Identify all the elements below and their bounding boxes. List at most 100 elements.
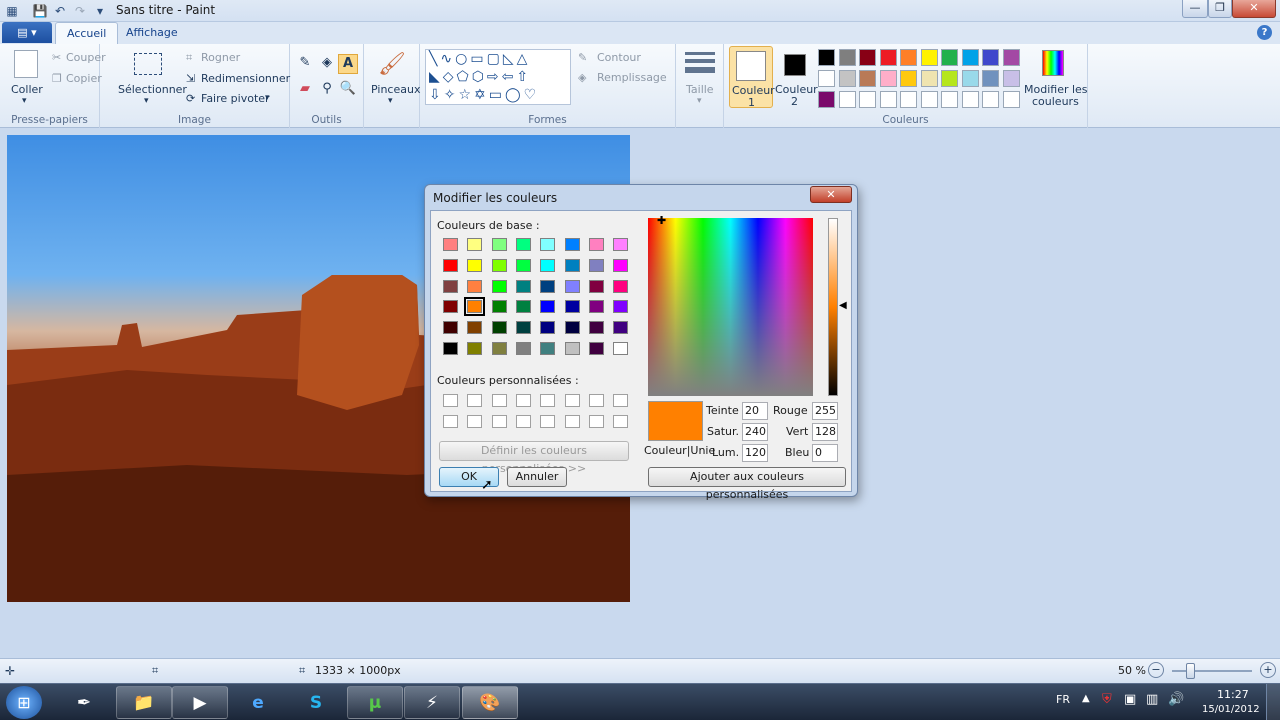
undo-icon[interactable]: ↶ bbox=[52, 3, 68, 19]
palette-swatch[interactable] bbox=[900, 49, 917, 66]
palette-swatch[interactable] bbox=[859, 91, 876, 108]
palette-swatch[interactable] bbox=[961, 70, 979, 87]
base-color-cell[interactable] bbox=[613, 321, 629, 335]
palette-swatch[interactable] bbox=[879, 91, 897, 108]
base-color-cell[interactable] bbox=[613, 258, 629, 272]
color-spectrum[interactable] bbox=[648, 218, 813, 396]
taskbar-icon-1[interactable]: ✒ bbox=[56, 686, 112, 719]
shapes-gallery[interactable]: ╲∿○▭▢◺△ ◣◇⬠⬡⇨⇦⇧ ⇩✧☆✡▭◯♡ bbox=[425, 49, 571, 105]
start-button[interactable]: ⊞ bbox=[6, 686, 42, 719]
custom-color-cell[interactable] bbox=[443, 394, 458, 407]
language-indicator[interactable]: FR bbox=[1056, 693, 1070, 706]
base-color-cell[interactable] bbox=[613, 300, 629, 314]
rotate-dropdown-icon[interactable]: ▾ bbox=[265, 93, 270, 103]
palette-swatch[interactable] bbox=[1002, 91, 1020, 108]
custom-color-cell[interactable] bbox=[491, 414, 507, 428]
eraser-icon[interactable]: ▰ bbox=[295, 80, 315, 100]
palette-swatch[interactable] bbox=[900, 91, 917, 108]
size-dropdown-icon[interactable]: ▾ bbox=[697, 96, 702, 106]
base-color-cell[interactable] bbox=[515, 258, 531, 272]
color2-swatch[interactable] bbox=[784, 54, 806, 76]
palette-swatch[interactable] bbox=[879, 49, 897, 66]
tab-accueil[interactable]: Accueil bbox=[55, 22, 119, 44]
add-to-custom-colors-button[interactable]: Ajouter aux couleurs personnalisées bbox=[648, 467, 846, 501]
zoom-out-button[interactable]: − bbox=[1148, 662, 1164, 678]
fill-icon[interactable]: ◈ bbox=[317, 54, 337, 74]
base-color-cell[interactable] bbox=[515, 238, 531, 251]
palette-swatch[interactable] bbox=[818, 70, 835, 87]
palette-swatch[interactable] bbox=[920, 91, 938, 108]
explorer-icon[interactable]: 📁 bbox=[116, 686, 172, 719]
paint-taskbar-icon[interactable]: 🎨 bbox=[462, 686, 518, 719]
custom-color-cell[interactable] bbox=[588, 394, 604, 407]
base-color-cell[interactable] bbox=[613, 279, 629, 293]
luminosity-arrow-icon[interactable]: ◀ bbox=[839, 300, 847, 311]
custom-color-cell[interactable] bbox=[613, 414, 629, 428]
base-color-cell[interactable] bbox=[564, 238, 580, 251]
custom-color-cell[interactable] bbox=[564, 414, 580, 428]
define-custom-colors-button[interactable]: Définir les couleurs personnalisées >> bbox=[439, 441, 629, 475]
palette-swatch[interactable] bbox=[941, 70, 958, 87]
custom-color-cell[interactable] bbox=[540, 414, 556, 428]
palette-swatch[interactable] bbox=[961, 49, 979, 66]
dialog-close-button[interactable]: ✕ bbox=[810, 186, 852, 203]
paint-menu-button[interactable]: ▤ ▾ bbox=[2, 22, 52, 43]
volume-icon[interactable]: 🔊 bbox=[1168, 692, 1184, 707]
base-color-cell[interactable] bbox=[464, 297, 486, 317]
brushes-dropdown-icon[interactable]: ▾ bbox=[388, 96, 393, 106]
tray-expand-icon[interactable]: ▲ bbox=[1082, 693, 1090, 704]
custom-color-cell[interactable] bbox=[564, 394, 580, 407]
quick-access-dropdown-icon[interactable]: ▾ bbox=[92, 3, 108, 19]
resize-button[interactable]: Redimensionner bbox=[201, 72, 290, 85]
base-color-cell[interactable] bbox=[491, 342, 507, 355]
base-color-cell[interactable] bbox=[540, 279, 556, 293]
show-desktop-button[interactable] bbox=[1266, 684, 1280, 720]
tab-affichage[interactable]: Affichage bbox=[115, 22, 189, 44]
sat-field[interactable]: 240 bbox=[742, 423, 768, 441]
base-color-cell[interactable] bbox=[540, 321, 556, 335]
base-color-cell[interactable] bbox=[540, 258, 556, 272]
luminosity-bar[interactable] bbox=[828, 218, 838, 396]
base-color-cell[interactable] bbox=[540, 300, 556, 314]
palette-swatch[interactable] bbox=[838, 70, 856, 87]
base-color-cell[interactable] bbox=[540, 238, 556, 251]
spectrum-crosshair-icon[interactable]: ✚ bbox=[657, 214, 666, 227]
palette-swatch[interactable] bbox=[900, 70, 917, 87]
custom-color-cell[interactable] bbox=[540, 394, 556, 407]
save-icon[interactable]: 💾 bbox=[32, 3, 48, 19]
hue-field[interactable]: 20 bbox=[742, 402, 768, 420]
magnifier-icon[interactable]: 🔍 bbox=[338, 80, 358, 100]
custom-color-cell[interactable] bbox=[613, 394, 629, 407]
zoom-slider-track[interactable] bbox=[1172, 670, 1252, 672]
clock-date[interactable]: 15/01/2012 bbox=[1202, 704, 1260, 715]
custom-color-cell[interactable] bbox=[467, 414, 483, 428]
base-color-cell[interactable] bbox=[564, 258, 580, 272]
base-color-cell[interactable] bbox=[467, 279, 483, 293]
base-color-cell[interactable] bbox=[443, 238, 458, 251]
copy-button[interactable]: Copier bbox=[66, 72, 102, 85]
palette-swatch[interactable] bbox=[818, 49, 835, 66]
zoom-in-button[interactable]: + bbox=[1260, 662, 1276, 678]
custom-color-cell[interactable] bbox=[588, 414, 604, 428]
select-dropdown-icon[interactable]: ▾ bbox=[144, 96, 149, 106]
base-color-cell[interactable] bbox=[443, 342, 458, 355]
palette-swatch[interactable] bbox=[1002, 70, 1020, 87]
palette-swatch[interactable] bbox=[859, 49, 876, 66]
palette-swatch[interactable] bbox=[961, 91, 979, 108]
palette-swatch[interactable] bbox=[879, 70, 897, 87]
base-color-cell[interactable] bbox=[491, 279, 507, 293]
palette-swatch[interactable] bbox=[920, 49, 938, 66]
base-color-cell[interactable] bbox=[613, 238, 629, 251]
palette-swatch[interactable] bbox=[818, 91, 835, 108]
color1-button[interactable]: Couleur 1 bbox=[729, 46, 775, 109]
base-color-cell[interactable] bbox=[588, 342, 604, 355]
lum-field[interactable]: 120 bbox=[742, 444, 768, 462]
base-color-cell[interactable] bbox=[443, 279, 458, 293]
text-icon[interactable]: A bbox=[338, 54, 358, 74]
redo-icon[interactable]: ↷ bbox=[72, 3, 88, 19]
palette-swatch[interactable] bbox=[838, 49, 856, 66]
base-color-cell[interactable] bbox=[613, 342, 629, 355]
network-icon[interactable]: ▥ bbox=[1146, 692, 1158, 707]
palette-swatch[interactable] bbox=[941, 49, 958, 66]
base-color-cell[interactable] bbox=[588, 258, 604, 272]
